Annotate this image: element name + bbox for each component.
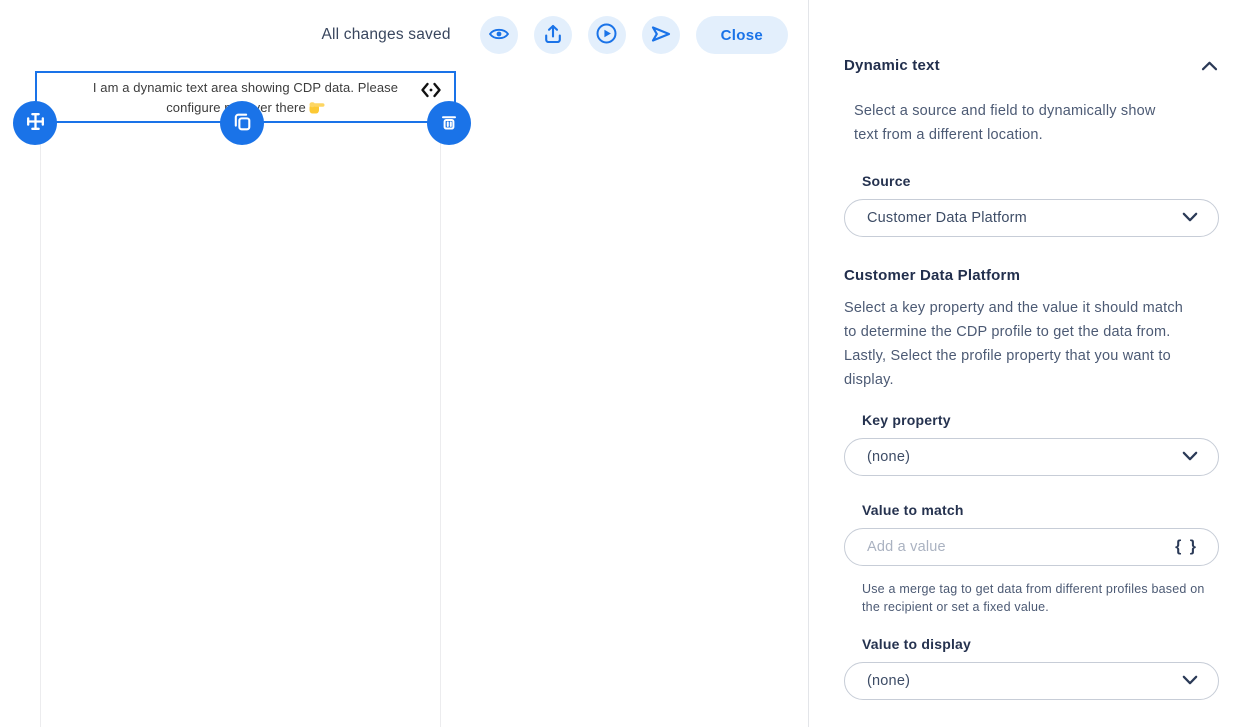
preview-button[interactable] (480, 16, 518, 54)
move-icon (24, 110, 47, 136)
chevron-down-icon (1182, 448, 1198, 466)
delete-block-button[interactable] (427, 101, 471, 145)
cdp-section-title: Customer Data Platform (844, 267, 1220, 284)
merge-tag-icon[interactable]: { } (1175, 538, 1198, 556)
panel-title: Dynamic text (844, 57, 940, 74)
key-property-select-value: (none) (867, 449, 1182, 465)
dynamic-text-block[interactable]: I am a dynamic text area showing CDP dat… (35, 71, 456, 123)
editor-toolbar: All changes saved (321, 16, 788, 54)
duplicate-block-button[interactable] (220, 101, 264, 145)
chevron-down-icon (1182, 209, 1198, 227)
value-to-match-field[interactable]: { } (844, 528, 1219, 566)
source-select-value: Customer Data Platform (867, 210, 1182, 226)
send-test-button[interactable] (642, 16, 680, 54)
panel-description: Select a source and field to dynamically… (854, 99, 1170, 147)
chevron-down-icon (1182, 672, 1198, 690)
play-icon (595, 22, 618, 48)
value-to-display-select-value: (none) (867, 673, 1182, 689)
value-to-match-input[interactable] (867, 539, 1175, 555)
key-property-select[interactable]: (none) (844, 438, 1219, 476)
move-block-button[interactable] (13, 101, 57, 145)
value-to-match-label: Value to match (862, 502, 1220, 518)
source-select[interactable]: Customer Data Platform (844, 199, 1219, 237)
value-to-display-label: Value to display (862, 636, 1220, 652)
dynamic-text-settings-panel: Dynamic text Select a source and field t… (809, 0, 1254, 727)
save-status: All changes saved (321, 26, 450, 44)
canvas-column-left-guide (40, 123, 41, 727)
code-icon (420, 82, 442, 98)
panel-header: Dynamic text (844, 57, 1220, 74)
chevron-up-icon (1201, 59, 1218, 74)
run-button[interactable] (588, 16, 626, 54)
email-editor-page: All changes saved (0, 0, 1254, 727)
key-property-label: Key property (862, 412, 1220, 428)
trash-icon (438, 111, 460, 136)
canvas-column-right-guide (440, 123, 441, 727)
value-to-display-select[interactable]: (none) (844, 662, 1219, 700)
source-label: Source (862, 173, 1220, 189)
value-to-match-helper: Use a merge tag to get data from differe… (862, 580, 1208, 616)
close-button[interactable]: Close (696, 16, 788, 54)
send-icon (649, 23, 673, 48)
editor-canvas[interactable]: All changes saved (0, 0, 808, 727)
upload-icon (542, 23, 564, 48)
eye-icon (487, 23, 511, 48)
export-button[interactable] (534, 16, 572, 54)
collapse-panel-button[interactable] (1199, 59, 1220, 73)
copy-icon (231, 110, 254, 136)
pointing-right-emoji (309, 100, 325, 120)
cdp-section-description: Select a key property and the value it s… (844, 296, 1198, 392)
